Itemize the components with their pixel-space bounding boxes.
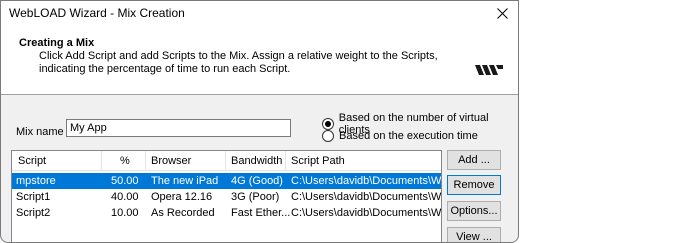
options-button[interactable]: Options... bbox=[447, 201, 501, 221]
cell-percent: 10.00 bbox=[111, 207, 139, 219]
radio-by-time-label: Based on the execution time bbox=[339, 130, 478, 142]
column-header-browser[interactable]: Browser bbox=[151, 155, 191, 167]
cell-script-path: C:\Users\davidb\Documents\WebL bbox=[291, 175, 441, 187]
cell-browser: The new iPad bbox=[151, 175, 219, 187]
title-bar: WebLOAD Wizard - Mix Creation bbox=[1, 1, 518, 25]
cell-percent: 50.00 bbox=[111, 175, 139, 187]
header-description: Click Add Script and add Scripts to the … bbox=[39, 50, 438, 75]
webload-logo-icon bbox=[475, 65, 503, 75]
cell-script-path: C:\Users\davidb\Documents\WebL bbox=[291, 191, 441, 203]
cell-browser: Opera 12.16 bbox=[151, 191, 213, 203]
radio-checked-icon bbox=[322, 118, 334, 130]
cell-percent: 40.00 bbox=[111, 191, 139, 203]
cell-bandwidth: 4G (Good) bbox=[231, 175, 283, 187]
header-panel: Creating a Mix Click Add Script and add … bbox=[1, 25, 518, 95]
table-row[interactable]: Script1 40.00 Opera 12.16 3G (Poor) C:\U… bbox=[12, 189, 441, 205]
close-icon bbox=[496, 7, 508, 19]
cell-script: Script1 bbox=[16, 191, 51, 203]
header-title: Creating a Mix bbox=[19, 37, 95, 49]
cell-script: Script2 bbox=[16, 207, 51, 219]
close-button[interactable] bbox=[488, 1, 516, 25]
window-title: WebLOAD Wizard - Mix Creation bbox=[9, 6, 185, 20]
cell-bandwidth: 3G (Poor) bbox=[231, 191, 280, 203]
cell-script-path: C:\Users\davidb\Documents\WebL bbox=[291, 207, 441, 219]
table-header: Script % Browser Bandwidth Script Path bbox=[12, 151, 441, 171]
table-row[interactable]: Script2 10.00 As Recorded Fast Ether... … bbox=[12, 205, 441, 221]
view-button[interactable]: View ... bbox=[447, 227, 501, 242]
column-header-bandwidth[interactable]: Bandwidth bbox=[231, 155, 282, 167]
radio-by-time[interactable]: Based on the execution time bbox=[322, 130, 478, 142]
cell-script: mpstore bbox=[16, 175, 56, 187]
wizard-window: WebLOAD Wizard - Mix Creation Creating a… bbox=[0, 0, 519, 243]
column-header-script-path[interactable]: Script Path bbox=[291, 155, 345, 167]
cell-browser: As Recorded bbox=[151, 207, 215, 219]
column-header-script[interactable]: Script bbox=[18, 155, 46, 167]
column-divider[interactable] bbox=[285, 151, 286, 171]
column-header-percent[interactable]: % bbox=[120, 155, 130, 167]
column-divider[interactable] bbox=[101, 151, 102, 171]
table-row[interactable]: mpstore 50.00 The new iPad 4G (Good) C:\… bbox=[12, 173, 441, 189]
scripts-table: Script % Browser Bandwidth Script Path m… bbox=[11, 150, 442, 242]
mix-name-label: Mix name : bbox=[16, 126, 70, 138]
column-divider[interactable] bbox=[225, 151, 226, 171]
column-divider[interactable] bbox=[145, 151, 146, 171]
radio-unchecked-icon bbox=[322, 130, 334, 142]
remove-button[interactable]: Remove bbox=[447, 175, 501, 195]
add-script-button[interactable]: Add ... bbox=[447, 150, 501, 170]
mix-name-input[interactable] bbox=[66, 119, 291, 137]
cell-bandwidth: Fast Ether... bbox=[231, 207, 291, 219]
